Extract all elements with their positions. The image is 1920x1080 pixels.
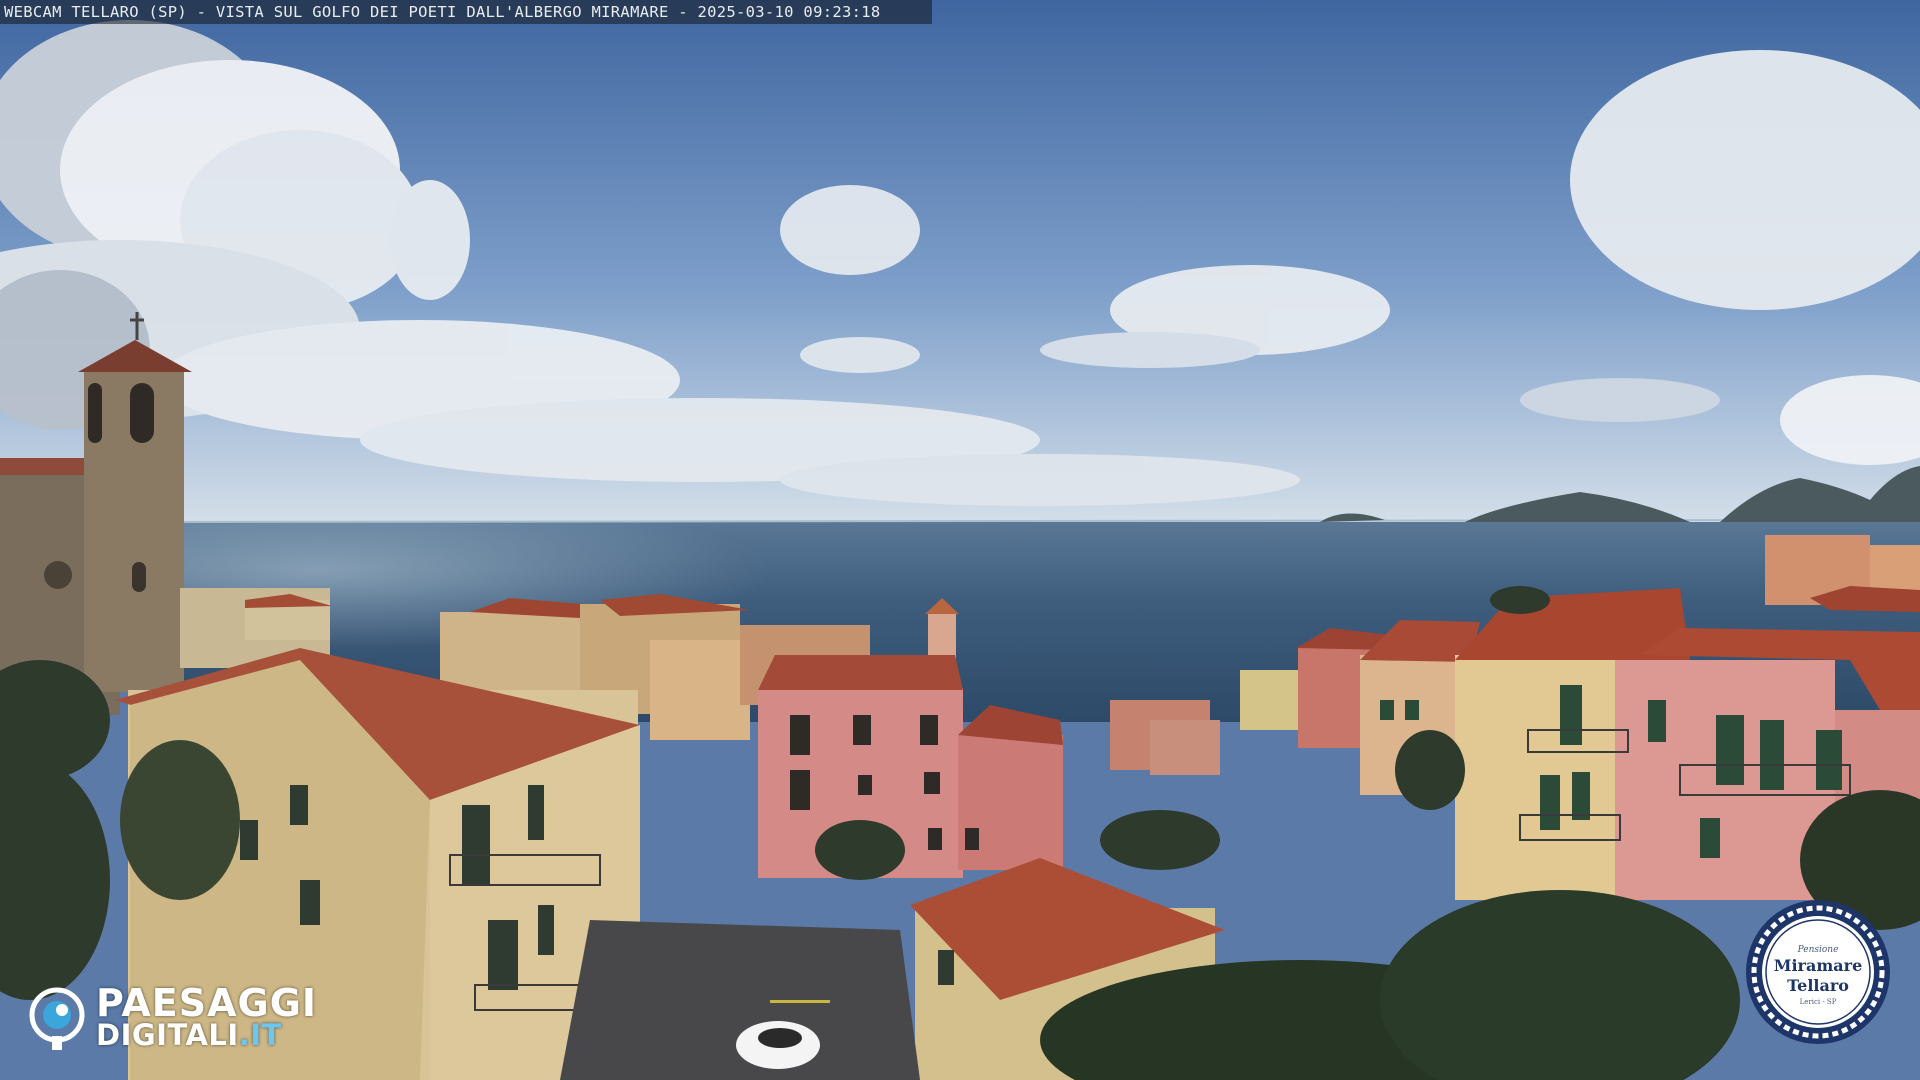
- badge-small-text: Pensione: [1797, 945, 1839, 955]
- brand-name-line2: DIGITALI.IT: [96, 1019, 282, 1051]
- street: [560, 920, 920, 1080]
- webcam-scene: [0, 0, 1920, 1080]
- badge-tiny-text: Lerici - SP: [1799, 998, 1837, 1006]
- paesaggi-digitali-logo: PAESAGGI DIGITALI.IT: [28, 982, 348, 1052]
- badge-line2: Tellaro: [1787, 976, 1849, 995]
- eye-icon: [29, 987, 85, 1050]
- badge-line1: Miramare: [1773, 956, 1863, 975]
- webcam-caption: WEBCAM TELLARO (SP) - VISTA SUL GOLFO DE…: [0, 0, 932, 24]
- brand-tld: .IT: [238, 1018, 282, 1052]
- brand-name-line2-text: DIGITALI: [96, 1018, 239, 1052]
- miramare-badge: Pensione Miramare Tellaro Lerici - SP: [1744, 898, 1892, 1046]
